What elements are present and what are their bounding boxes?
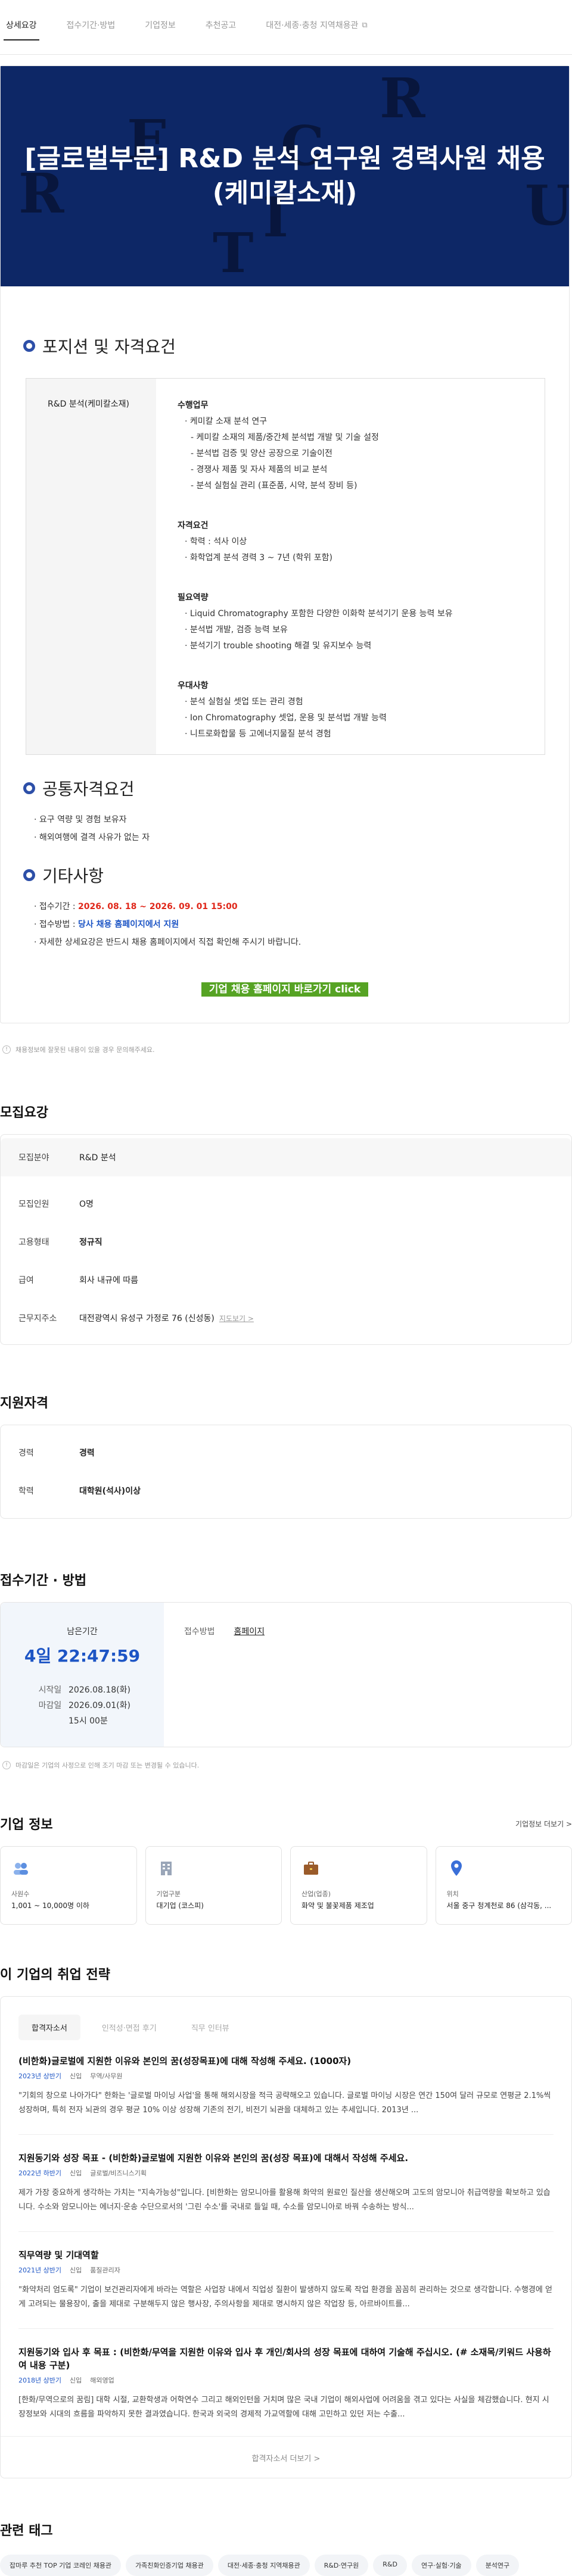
remaining-time: 4일 22:47:59 <box>1 1643 164 1667</box>
list-item[interactable]: 직무역량 및 기대역할 2021년 상반기신입품질관리자 "화약처리 엄도록" … <box>18 2249 554 2329</box>
detail-tabs: 상세요강 접수기간·방법 기업정보 추천공고 대전·세종·충청 지역채용관⧉ <box>0 0 572 55</box>
qualification-box: 경력경력 학력대학원(석사)이상 <box>0 1425 572 1519</box>
bullet-circle-icon <box>23 782 35 794</box>
company-homepage-button[interactable]: 기업 채용 홈페이지 바로가기 click <box>201 982 368 997</box>
apply-section: 접수기간 · 방법 남은기간 4일 22:47:59 시작일2026.08.18… <box>0 1570 572 1770</box>
qualification-row: 학력대학원(석사)이상 <box>1 1472 571 1510</box>
job-detail-card: E R C R U I T [글로벌부문] R&D 분석 연구원 경력사원 채용… <box>0 65 570 1023</box>
recruit-row: 모집분야R&D 분석 <box>1 1138 571 1176</box>
cover-letter-list: (비한화)글로벌에 지원한 이유와 본인의 꿈(성장목표)에 대해 작성해 주세… <box>1 2040 571 2422</box>
strategy-box: 합격자소서 인적성·면접 후기 직무 인터뷰 (비한화)글로벌에 지원한 이유와… <box>0 1996 572 2478</box>
etc-list: · 접수기간 : 2026. 08. 18 ~ 2026. 09. 01 15:… <box>34 898 569 951</box>
list-item[interactable]: (비한화)글로벌에 지원한 이유와 본인의 꿈(성장목표)에 대해 작성해 주세… <box>18 2054 554 2135</box>
recruit-summary-section: 모집요강 모집분야R&D 분석 모집인원O명 고용형태정규직 급여회사 내규에 … <box>0 1102 572 1345</box>
qualification-title: 지원자격 <box>0 1392 572 1412</box>
tag-list: 잡마루 추천 TOP 기업 코레인 채용관 가족친화인증기업 채용관 대전·세종… <box>0 2555 572 2576</box>
tab-cover-letters[interactable]: 합격자소서 <box>18 2015 80 2040</box>
strategy-tabs: 합격자소서 인적성·면접 후기 직무 인터뷰 <box>1 1997 571 2040</box>
location-icon <box>447 1859 466 1878</box>
strategy-title: 이 기업의 취업 전략 <box>0 1964 572 1983</box>
map-link[interactable]: 지도보기 > <box>219 1314 254 1323</box>
hero-bg-letter: T <box>213 221 253 285</box>
info-icon: ! <box>2 1761 11 1769</box>
tag-chip[interactable]: R&D·연구원 <box>315 2555 369 2576</box>
report-note: ! 채용정보에 잘못된 내용이 있을 경우 문의해주세요. <box>2 1045 572 1054</box>
tag-chip[interactable]: 분석연구 <box>476 2555 519 2576</box>
company-more-link[interactable]: 기업정보 더보기 > <box>515 1819 572 1829</box>
tags-title: 관련 태그 <box>0 2520 572 2539</box>
apply-box: 남은기간 4일 22:47:59 시작일2026.08.18(화) 마감일202… <box>0 1602 572 1747</box>
tag-chip[interactable]: 연구·실험·기술 <box>412 2555 471 2576</box>
position-name: R&D 분석(케미칼소재) <box>26 379 156 754</box>
company-section: 기업 정보 기업정보 더보기 > 사원수 1,001 ~ 10,000명 이하 … <box>0 1814 572 1925</box>
tab-job-interviews[interactable]: 직무 인터뷰 <box>178 2015 243 2040</box>
list-item[interactable]: 지원동기와 성장 목표 - (비한화)글로벌에 지원한 이유와 본인의 꿈(성장… <box>18 2152 554 2232</box>
apply-title: 접수기간 · 방법 <box>0 1570 572 1589</box>
tab-company-info[interactable]: 기업정보 <box>142 19 178 39</box>
homepage-link[interactable]: 홈페이지 <box>234 1625 265 1747</box>
briefcase-icon <box>301 1859 321 1878</box>
tab-interview-reviews[interactable]: 인적성·면접 후기 <box>89 2015 170 2040</box>
recruit-row: 모집인원O명 <box>1 1185 571 1223</box>
external-link-icon: ⧉ <box>362 21 367 30</box>
tag-chip[interactable]: R&D <box>373 2555 407 2576</box>
list-item[interactable]: 지원동기와 입사 후 목표 : (비한화/무역을 지원한 이유와 입사 후 개인… <box>18 2346 554 2422</box>
requirement-group: 자격요건 · 학력 : 석사 이상 · 화학업계 분석 경력 3 ~ 7년 (학… <box>178 518 530 566</box>
job-title: [글로벌부문] R&D 분석 연구원 경력사원 채용 (케미칼소재) <box>23 142 547 211</box>
apply-period: 2026. 08. 18 ~ 2026. 09. 01 15:00 <box>78 902 238 911</box>
bullet-circle-icon <box>23 340 35 352</box>
company-card-industry: 산업(업종) 화약 및 불꽃제품 제조업 <box>290 1846 427 1925</box>
etc-section-heading: 기타사항 <box>23 863 569 887</box>
company-card-type: 기업구분 대기업 (코스피) <box>145 1846 282 1925</box>
tab-regional-hiring[interactable]: 대전·세종·충청 지역채용관⧉ <box>263 19 369 39</box>
apply-method-panel: 접수방법 홈페이지 <box>164 1603 265 1747</box>
recruit-summary-box: 모집분야R&D 분석 모집인원O명 고용형태정규직 급여회사 내규에 따름 근무… <box>0 1134 572 1345</box>
duty-group: 수행업무 · 케미칼 소재 분석 연구 - 케미칼 소재의 제품/중간체 분석법… <box>178 398 530 494</box>
recruit-row: 고용형태정규직 <box>1 1223 571 1261</box>
competency-group: 필요역량 · Liquid Chromatography 포함한 다양한 이화학… <box>178 590 530 654</box>
tag-chip[interactable]: 가족친화인증기업 채용관 <box>126 2555 213 2576</box>
position-details: 수행업무 · 케미칼 소재 분석 연구 - 케미칼 소재의 제품/중간체 분석법… <box>156 379 545 754</box>
building-icon <box>157 1859 176 1878</box>
recruit-row: 근무지주소대전광역시 유성구 가정로 76 (신성동)지도보기 > <box>1 1299 571 1337</box>
tab-recommended[interactable]: 추천공고 <box>203 19 239 39</box>
cover-letters-more-button[interactable]: 합격자소서 더보기 > <box>1 2436 571 2478</box>
recruit-row: 급여회사 내규에 따름 <box>1 1261 571 1299</box>
tag-chip[interactable]: 잡마루 추천 TOP 기업 코레인 채용관 <box>0 2555 121 2576</box>
tag-chip[interactable]: 대전·세종·충청 지역채용관 <box>218 2555 310 2576</box>
bullet-circle-icon <box>23 869 35 881</box>
company-card-location: 위치 서울 중구 청계천로 86 (삼각동, ... <box>436 1846 572 1925</box>
tab-detail[interactable]: 상세요강 <box>4 19 39 40</box>
common-section-heading: 공통자격요건 <box>23 776 569 800</box>
position-table: R&D 분석(케미칼소재) 수행업무 · 케미칼 소재 분석 연구 - 케미칼 … <box>26 378 545 755</box>
tab-apply-period[interactable]: 접수기간·방법 <box>64 19 118 39</box>
deadline-note: ! 마감일은 기업의 사정으로 인해 조기 마감 또는 변경될 수 있습니다. <box>2 1760 572 1770</box>
common-requirements: · 요구 역량 및 경험 보유자 · 해외여행에 결격 사유가 없는 자 <box>34 811 569 847</box>
company-title: 기업 정보 <box>0 1814 53 1833</box>
hero-bg-letter: R <box>380 66 425 130</box>
strategy-section: 이 기업의 취업 전략 합격자소서 인적성·면접 후기 직무 인터뷰 (비한화)… <box>0 1964 572 2478</box>
qualification-row: 경력경력 <box>1 1434 571 1472</box>
people-icon <box>11 1859 30 1878</box>
preference-group: 우대사항 · 분석 실험실 셋업 또는 관리 경험 · Ion Chromato… <box>178 678 530 742</box>
company-card-employees: 사원수 1,001 ~ 10,000명 이하 <box>0 1846 137 1925</box>
position-section-heading: 포지션 및 자격요건 <box>23 334 569 358</box>
info-icon: ! <box>2 1045 11 1054</box>
tags-section: 관련 태그 잡마루 추천 TOP 기업 코레인 채용관 가족친화인증기업 채용관… <box>0 2520 572 2576</box>
apply-method: 당사 채용 홈페이지에서 지원 <box>78 920 179 929</box>
deadline-panel: 남은기간 4일 22:47:59 시작일2026.08.18(화) 마감일202… <box>1 1603 164 1747</box>
hero-banner: E R C R U I T [글로벌부문] R&D 분석 연구원 경력사원 채용… <box>1 66 569 286</box>
recruit-summary-title: 모집요강 <box>0 1102 572 1121</box>
company-cards: 사원수 1,001 ~ 10,000명 이하 기업구분 대기업 (코스피) 산업… <box>0 1846 572 1925</box>
qualification-section: 지원자격 경력경력 학력대학원(석사)이상 <box>0 1392 572 1519</box>
